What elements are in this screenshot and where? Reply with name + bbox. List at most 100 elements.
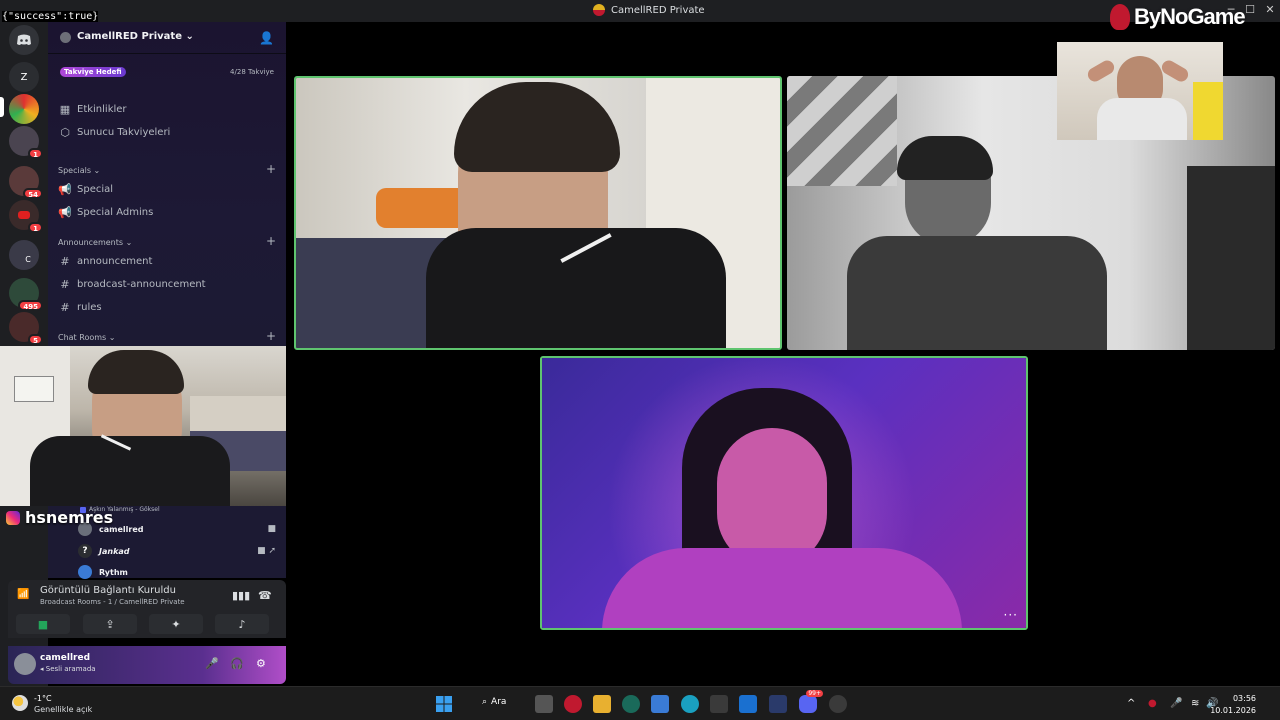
server-header[interactable]: CamellRED Private ⌄ 👤 <box>48 22 286 54</box>
maximize-icon[interactable]: ☐ <box>1244 4 1256 16</box>
server-2[interactable]: 1 <box>9 126 43 159</box>
noise-suppression-icon[interactable]: ▮▮▮ <box>232 589 250 602</box>
user-name[interactable]: camellred <box>40 653 90 663</box>
add-channel-icon[interactable]: + <box>266 234 276 248</box>
title-bar: CamellRED Private ─ ☐ ✕ <box>0 0 1280 22</box>
category-chat-rooms[interactable]: Chat Rooms ⌄ <box>58 333 115 342</box>
signal-icon: 📶 <box>17 589 30 600</box>
bynogame-logo-icon <box>1110 4 1130 30</box>
settings-gear-icon[interactable]: ⚙ <box>256 657 266 670</box>
file-explorer-icon[interactable] <box>593 695 611 713</box>
wifi-icon[interactable]: ≋ <box>1191 698 1199 709</box>
channel-sidebar: CamellRED Private ⌄ 👤 Takviye Hedefi 4/2… <box>48 22 286 346</box>
mail-icon[interactable] <box>739 695 757 713</box>
youtube-icon <box>18 211 30 219</box>
boost-goal-label: Takviye Hedefi <box>60 67 126 77</box>
taskbar-search[interactable]: ⌕ Ara <box>482 697 506 707</box>
terminal-icon[interactable] <box>622 695 640 713</box>
server-6[interactable]: 495 <box>9 278 43 311</box>
video-and-rocket-icon: ■ ➚ <box>257 546 276 556</box>
server-3[interactable]: 54 <box>9 166 43 199</box>
voice-user-jankad[interactable]: ? Jankad <box>78 542 130 560</box>
user-status: ◂ Sesli aramada <box>40 665 96 673</box>
video-tile-3[interactable]: ··· <box>540 356 1028 630</box>
edge-icon[interactable] <box>681 695 699 713</box>
server-5[interactable]: C <box>9 240 39 270</box>
camera-icon: ■ <box>37 617 49 631</box>
discord-screen: CamellRED Private ─ ☐ ✕ {"success":true}… <box>0 0 1280 720</box>
video-camera-icon: ■ <box>267 524 276 534</box>
tile-more-options-icon[interactable]: ··· <box>1004 608 1018 622</box>
boost-icon: ⬡ <box>60 125 70 139</box>
pip-webcam <box>1057 42 1223 140</box>
app-icon[interactable] <box>769 695 787 713</box>
channel-broadcast-announcement-label: broadcast-announcement <box>77 278 206 290</box>
instagram-handle: hsnemres <box>25 508 114 527</box>
headphones-icon[interactable]: 🎧 <box>230 657 244 670</box>
channel-announcement-label: announcement <box>77 255 153 267</box>
avatar <box>78 565 92 579</box>
channel-special-admins-label: Special Admins <box>77 206 154 218</box>
channel-announcement[interactable]: # announcement <box>56 251 278 271</box>
weather-description[interactable]: Genellikle açık <box>34 705 92 714</box>
add-channel-icon[interactable]: + <box>266 162 276 176</box>
channel-rules[interactable]: # rules <box>56 297 278 317</box>
windows-start-icon[interactable] <box>435 695 453 713</box>
mention-badge: 495 <box>18 300 43 311</box>
discord-taskbar-icon[interactable]: 99+ <box>799 690 823 713</box>
discord-home-button[interactable] <box>9 25 39 55</box>
voice-status[interactable]: Görüntülü Bağlantı Kuruldu <box>40 585 176 596</box>
mention-badge: 54 <box>23 188 43 199</box>
mention-badge: 1 <box>28 222 43 233</box>
hashtag-icon: # <box>60 254 70 268</box>
voice-channel-path[interactable]: Broadcast Rooms - 1 / CamellRED Private <box>40 598 185 606</box>
channel-special[interactable]: 📢 Special <box>56 179 278 199</box>
server-shield-icon <box>60 32 71 43</box>
server-7[interactable]: 5 <box>9 312 43 345</box>
invite-people-icon[interactable]: 👤 <box>259 31 274 45</box>
weather-icon[interactable] <box>12 695 28 711</box>
weather-temperature[interactable]: -1°C <box>34 694 52 703</box>
search-label: Ara <box>491 697 507 707</box>
soundboard-button[interactable]: ♪ <box>215 614 269 634</box>
server-4[interactable]: 1 <box>9 200 43 233</box>
opera-logo-icon <box>593 4 605 16</box>
user-avatar[interactable] <box>14 653 36 675</box>
server-camellred[interactable] <box>9 94 39 124</box>
disconnect-icon[interactable]: ☎ <box>258 589 272 602</box>
channel-broadcast-announcement[interactable]: # broadcast-announcement <box>56 274 278 294</box>
active-server-pill <box>0 97 4 117</box>
close-icon[interactable]: ✕ <box>1264 4 1276 16</box>
screen-share-button[interactable]: ⇪ <box>83 614 137 634</box>
boost-count: 4/28 Takviye <box>230 68 274 76</box>
category-announcements[interactable]: Announcements ⌄ <box>58 238 132 247</box>
chevron-up-icon[interactable]: ^ <box>1127 698 1135 709</box>
m365-icon[interactable] <box>651 695 669 713</box>
voice-user-rythm[interactable]: Rythm <box>78 563 128 581</box>
opera-icon[interactable] <box>564 695 582 713</box>
server-z[interactable]: Z <box>9 62 39 92</box>
obs-icon[interactable] <box>829 695 847 713</box>
category-specials[interactable]: Specials ⌄ <box>58 166 100 175</box>
streamer-webcam <box>0 346 286 506</box>
camera-button[interactable]: ■ <box>16 614 70 634</box>
add-channel-icon[interactable]: + <box>266 329 276 343</box>
microphone-icon[interactable]: 🎤 <box>205 657 219 670</box>
task-view-icon[interactable] <box>535 695 553 713</box>
window-title-text: CamellRED Private <box>611 4 705 16</box>
boost-goal-bar[interactable]: Takviye Hedefi 4/28 Takviye <box>56 64 278 82</box>
tray-app-icon[interactable]: ● <box>1148 698 1157 709</box>
activities-button[interactable]: ✦ <box>149 614 203 634</box>
store-icon[interactable] <box>710 695 728 713</box>
nav-events[interactable]: ▦ Etkinlikler <box>56 99 278 119</box>
nav-server-boosts[interactable]: ⬡ Sunucu Takviyeleri <box>56 122 278 142</box>
nav-events-label: Etkinlikler <box>77 103 127 115</box>
microphone-tray-icon[interactable]: 🎤 <box>1170 698 1182 709</box>
video-tile-1[interactable] <box>294 76 782 350</box>
activities-icon: ✦ <box>171 617 181 631</box>
channel-special-admins[interactable]: 📢 Special Admins <box>56 202 278 222</box>
clock-date[interactable]: 10.01.2026 <box>1210 706 1256 715</box>
watermark-text: ByNoGame <box>1134 4 1246 29</box>
clock-time[interactable]: 03:56 <box>1233 694 1256 703</box>
soundboard-icon: ♪ <box>238 617 246 631</box>
